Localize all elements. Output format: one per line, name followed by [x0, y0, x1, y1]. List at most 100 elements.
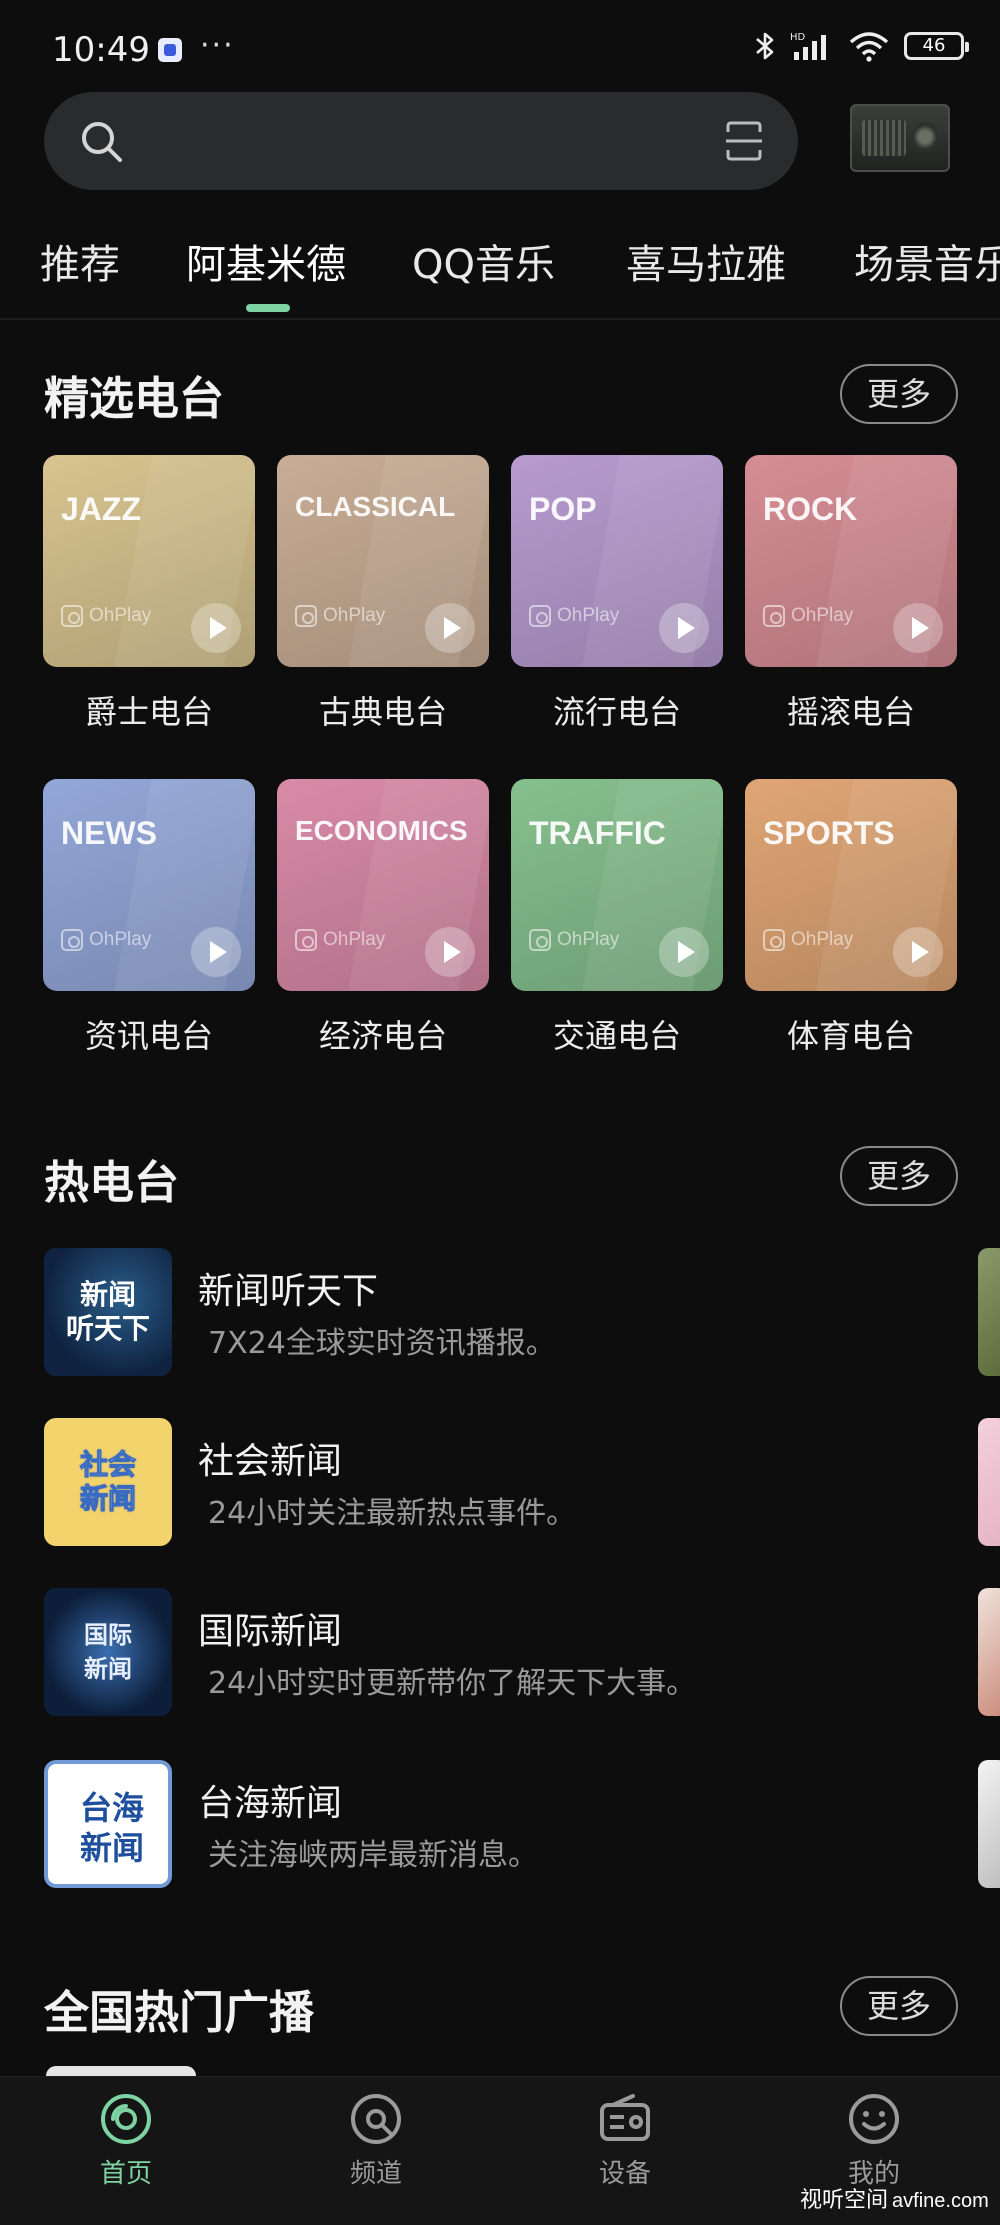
next-page-peek-card[interactable]	[978, 1588, 1000, 1716]
play-icon[interactable]	[659, 603, 709, 653]
radio-card-caption: 经济电台	[318, 1017, 447, 1055]
tab-ajimide[interactable]: 阿基米德	[186, 232, 346, 290]
featured-more-button[interactable]: 更多	[840, 364, 958, 424]
radio-card-caption: 古典电台	[318, 693, 447, 731]
card-brand: OhPlay	[61, 605, 151, 627]
smiley-icon	[849, 2094, 899, 2144]
thumb-line-1: 台海	[79, 1789, 144, 1827]
watermark: 视听空间 avfine.com	[800, 2182, 989, 2214]
nav-home[interactable]: 首页	[46, 2091, 206, 2190]
ohplay-logo-icon	[295, 605, 317, 627]
hot-thumb-text: 社会 新闻	[44, 1418, 172, 1546]
hot-thumb-text: 国际 新闻	[44, 1588, 172, 1716]
play-icon[interactable]	[425, 927, 475, 977]
play-icon[interactable]	[893, 603, 943, 653]
card-genre-label: TRAFFIC	[529, 815, 666, 851]
card-genre-label: SPORTS	[763, 815, 895, 851]
card-brand-text: OhPlay	[557, 929, 620, 950]
app-notification-icon	[158, 38, 182, 62]
national-section-title: 全国热门广播	[44, 1986, 315, 2039]
tab-scene-music[interactable]: 场景音乐	[854, 232, 1000, 290]
card-brand-text: OhPlay	[791, 929, 854, 950]
thumb-line-2: 新闻	[79, 1482, 136, 1516]
home-disc-icon	[101, 2094, 151, 2144]
hot-radio-thumbnail: 台海 新闻	[44, 1760, 172, 1888]
ohplay-logo-icon	[295, 929, 317, 951]
svg-text:HD: HD	[790, 32, 806, 43]
ohplay-logo-icon	[763, 605, 785, 627]
hot-radio-item[interactable]: 新闻 听天下 新闻听天下 7X24全球实时资讯播报。	[44, 1248, 944, 1376]
thumb-line-1: 国际	[84, 1620, 132, 1649]
radio-card-pop[interactable]: POP OhPlay	[511, 455, 723, 667]
active-tab-indicator	[246, 304, 290, 312]
radio-card-jazz[interactable]: JAZZ OhPlay	[43, 455, 255, 667]
battery-icon: 46	[904, 32, 969, 60]
card-brand: OhPlay	[763, 605, 853, 627]
radio-card-caption: 摇滚电台	[786, 693, 915, 731]
hot-radio-title: 新闻听天下	[198, 1271, 379, 1312]
card-brand: OhPlay	[295, 929, 385, 951]
tab-recommend[interactable]: 推荐	[40, 232, 120, 290]
thumb-line-1: 新闻	[79, 1278, 136, 1311]
bluetooth-icon	[756, 32, 774, 60]
hot-radio-title: 社会新闻	[198, 1441, 343, 1482]
card-brand-text: OhPlay	[323, 605, 386, 626]
play-icon[interactable]	[191, 603, 241, 653]
radio-card-classical[interactable]: CLASSICAL OhPlay	[277, 455, 489, 667]
radio-card-news[interactable]: NEWS OhPlay	[43, 779, 255, 991]
search-bar[interactable]	[44, 92, 798, 190]
play-icon[interactable]	[191, 927, 241, 977]
nav-device-label: 设备	[598, 2159, 651, 2189]
cellular-signal-icon: HD	[790, 32, 826, 60]
hot-radio-description: 关注海峡两岸最新消息。	[208, 1838, 538, 1873]
nav-me[interactable]: 我的	[794, 2091, 954, 2190]
hot-radio-description: 24小时实时更新带你了解天下大事。	[208, 1666, 697, 1701]
radio-card-sports[interactable]: SPORTS OhPlay	[745, 779, 957, 991]
nav-channel[interactable]: 频道	[296, 2091, 456, 2190]
ohplay-logo-icon	[61, 929, 83, 951]
card-genre-label: JAZZ	[61, 491, 141, 527]
card-brand: OhPlay	[61, 929, 151, 951]
radio-card-caption: 资讯电台	[84, 1017, 213, 1055]
hot-radio-item[interactable]: 台海 新闻 台海新闻 关注海峡两岸最新消息。	[44, 1760, 944, 1888]
hot-thumb-text: 新闻 听天下	[44, 1248, 172, 1376]
radio-card-rock[interactable]: ROCK OhPlay	[745, 455, 957, 667]
play-icon[interactable]	[425, 603, 475, 653]
thumb-line-2: 新闻	[84, 1654, 132, 1683]
radio-card-economics[interactable]: ECONOMICS OhPlay	[277, 779, 489, 991]
connected-device-thumbnail[interactable]	[850, 104, 950, 172]
nav-device[interactable]: 设备	[545, 2091, 705, 2190]
thumb-line-2: 听天下	[65, 1312, 150, 1345]
nav-home-label: 首页	[99, 2159, 152, 2189]
nav-channel-label: 频道	[349, 2159, 402, 2189]
hot-radio-description: 7X24全球实时资讯播报。	[208, 1326, 556, 1361]
play-icon[interactable]	[893, 927, 943, 977]
channel-disc-icon	[351, 2094, 401, 2144]
featured-section-title: 精选电台	[44, 372, 225, 425]
scan-icon[interactable]	[724, 120, 764, 162]
radio-card-caption: 爵士电台	[84, 693, 213, 731]
next-page-peek-card[interactable]	[978, 1418, 1000, 1546]
status-bar: 10:49 ··· HD 46	[0, 0, 1000, 96]
radio-card-traffic[interactable]: TRAFFIC OhPlay	[511, 779, 723, 991]
next-page-peek-card[interactable]	[978, 1760, 1000, 1888]
card-genre-label: ROCK	[763, 491, 858, 527]
tab-qq-music[interactable]: QQ音乐	[412, 232, 555, 290]
hot-radio-item[interactable]: 社会 新闻 社会新闻 24小时关注最新热点事件。	[44, 1418, 944, 1546]
hot-radio-thumbnail: 国际 新闻	[44, 1588, 172, 1716]
card-brand-text: OhPlay	[557, 605, 620, 626]
card-genre-label: ECONOMICS	[295, 815, 468, 846]
hot-radio-item[interactable]: 国际 新闻 国际新闻 24小时实时更新带你了解天下大事。	[44, 1588, 944, 1716]
hot-radio-thumbnail: 新闻 听天下	[44, 1248, 172, 1376]
radio-card-caption: 交通电台	[552, 1017, 681, 1055]
ohplay-logo-icon	[529, 929, 551, 951]
play-icon[interactable]	[659, 927, 709, 977]
hot-radio-title: 台海新闻	[198, 1783, 343, 1824]
national-more-button[interactable]: 更多	[840, 1976, 958, 2036]
hot-more-button[interactable]: 更多	[840, 1146, 958, 1206]
status-indicators: HD 46	[754, 30, 969, 62]
tab-ximalaya[interactable]: 喜马拉雅	[626, 232, 786, 290]
card-brand-text: OhPlay	[323, 929, 386, 950]
next-page-peek-card[interactable]	[978, 1248, 1000, 1376]
card-brand: OhPlay	[295, 605, 385, 627]
